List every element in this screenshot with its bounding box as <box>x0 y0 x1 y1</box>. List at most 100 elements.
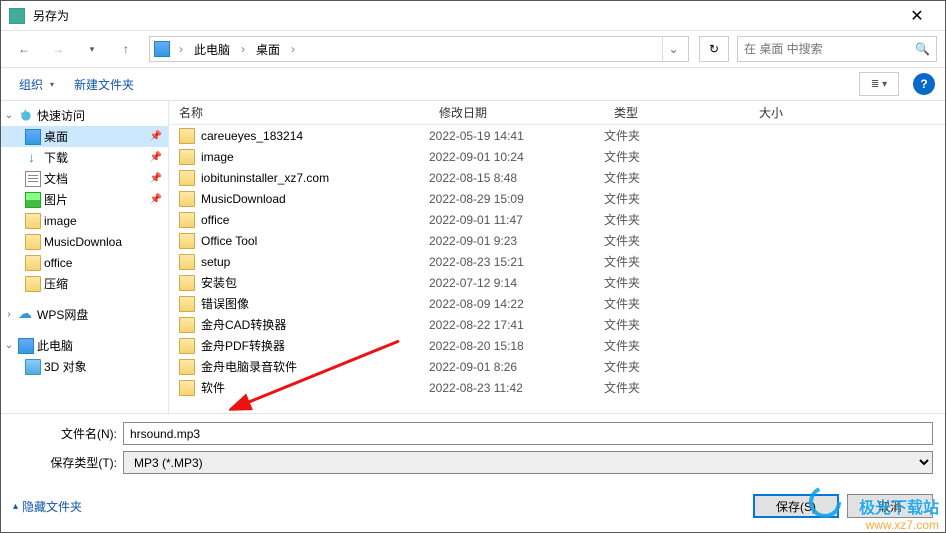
main-area: ⌄快速访问 桌面 📌 下载📌 文档📌 图片📌 image MusicDownloa… <box>1 101 945 413</box>
sidebar-item-musicdownload[interactable]: MusicDownloa <box>1 231 168 252</box>
file-rows[interactable]: careueyes_1832142022-05-19 14:41文件夹image… <box>169 125 945 411</box>
download-icon <box>25 150 41 166</box>
file-type: 文件夹 <box>604 316 749 333</box>
file-row[interactable]: 错误图像2022-08-09 14:22文件夹 <box>169 293 945 314</box>
file-type: 文件夹 <box>604 169 749 186</box>
view-options-button[interactable]: ≣ ▾ <box>859 72 899 96</box>
breadcrumb-thispc[interactable]: 此电脑 <box>192 39 232 60</box>
sidebar-item-documents[interactable]: 文档📌 <box>1 168 168 189</box>
column-name[interactable]: 名称 <box>169 104 429 121</box>
chevron-up-icon: ▴ <box>13 501 18 512</box>
file-date: 2022-09-01 9:23 <box>429 234 604 248</box>
folder-icon <box>179 212 195 228</box>
sidebar-item-label: 桌面 <box>44 128 68 145</box>
folder-icon <box>179 170 195 186</box>
file-name: 金舟电脑录音软件 <box>201 358 429 375</box>
breadcrumb-desktop[interactable]: 桌面 <box>254 39 282 60</box>
help-button[interactable]: ? <box>913 73 935 95</box>
file-name: office <box>201 213 429 227</box>
sidebar[interactable]: ⌄快速访问 桌面 📌 下载📌 文档📌 图片📌 image MusicDownloa… <box>1 101 169 413</box>
pin-icon: 📌 <box>150 131 162 142</box>
file-type: 文件夹 <box>604 232 749 249</box>
file-row[interactable]: MusicDownload2022-08-29 15:09文件夹 <box>169 188 945 209</box>
sidebar-item-office[interactable]: office <box>1 252 168 273</box>
column-date[interactable]: 修改日期 <box>429 104 604 121</box>
search-input[interactable] <box>744 42 915 56</box>
folder-icon <box>25 255 41 271</box>
back-button[interactable]: ← <box>9 35 39 63</box>
navbar: ← → ▾ ↑ › 此电脑 › 桌面 › ⌄ ↻ 🔍 <box>1 31 945 67</box>
address-bar[interactable]: › 此电脑 › 桌面 › ⌄ <box>149 36 689 62</box>
window-title: 另存为 <box>33 7 897 24</box>
file-row[interactable]: 金舟CAD转换器2022-08-22 17:41文件夹 <box>169 314 945 335</box>
file-name: 金舟CAD转换器 <box>201 316 429 333</box>
file-name: 错误图像 <box>201 295 429 312</box>
file-name: Office Tool <box>201 234 429 248</box>
search-box[interactable]: 🔍 <box>737 36 937 62</box>
file-row[interactable]: 金舟PDF转换器2022-08-20 15:18文件夹 <box>169 335 945 356</box>
cloud-icon <box>18 307 34 323</box>
forward-button[interactable]: → <box>43 35 73 63</box>
file-name: 软件 <box>201 379 429 396</box>
search-icon: 🔍 <box>915 42 930 56</box>
file-date: 2022-08-09 14:22 <box>429 297 604 311</box>
hide-folders-button[interactable]: ▴隐藏文件夹 <box>13 498 82 515</box>
column-type[interactable]: 类型 <box>604 104 749 121</box>
sidebar-item-compress[interactable]: 压缩 <box>1 273 168 294</box>
file-row[interactable]: setup2022-08-23 15:21文件夹 <box>169 251 945 272</box>
folder-icon <box>25 213 41 229</box>
file-row[interactable]: Office Tool2022-09-01 9:23文件夹 <box>169 230 945 251</box>
picture-icon <box>25 192 41 208</box>
file-row[interactable]: 金舟电脑录音软件2022-09-01 8:26文件夹 <box>169 356 945 377</box>
organize-menu[interactable]: 组织 <box>11 72 62 97</box>
up-button[interactable]: ↑ <box>111 35 141 63</box>
recent-dropdown[interactable]: ▾ <box>77 35 107 63</box>
file-row[interactable]: office2022-09-01 11:47文件夹 <box>169 209 945 230</box>
filename-input[interactable] <box>123 422 933 445</box>
folder-icon <box>25 276 41 292</box>
column-size[interactable]: 大小 <box>749 104 945 121</box>
sidebar-item-downloads[interactable]: 下载📌 <box>1 147 168 168</box>
folder-icon <box>179 275 195 291</box>
new-folder-button[interactable]: 新建文件夹 <box>66 72 142 97</box>
folder-icon <box>179 191 195 207</box>
sidebar-item-3dobjects[interactable]: 3D 对象 <box>1 356 168 377</box>
desktop-icon <box>25 129 41 145</box>
sidebar-item-label: office <box>44 256 72 270</box>
file-type: 文件夹 <box>604 274 749 291</box>
filetype-select[interactable]: MP3 (*.MP3) <box>123 451 933 474</box>
save-button[interactable]: 保存(S) <box>753 494 839 518</box>
file-name: 安装包 <box>201 274 429 291</box>
file-date: 2022-07-12 9:14 <box>429 276 604 290</box>
refresh-button[interactable]: ↻ <box>699 36 729 62</box>
sidebar-item-desktop[interactable]: 桌面 📌 <box>1 126 168 147</box>
folder-icon <box>179 149 195 165</box>
toolbar: 组织 新建文件夹 ≣ ▾ ? <box>1 67 945 101</box>
file-name: iobituninstaller_xz7.com <box>201 171 429 185</box>
file-row[interactable]: 软件2022-08-23 11:42文件夹 <box>169 377 945 398</box>
file-row[interactable]: 安装包2022-07-12 9:14文件夹 <box>169 272 945 293</box>
file-name: MusicDownload <box>201 192 429 206</box>
sidebar-item-label: 3D 对象 <box>44 358 87 375</box>
sidebar-item-quick-access[interactable]: ⌄快速访问 <box>1 105 168 126</box>
filename-label: 文件名(N): <box>13 425 123 442</box>
column-headers: 名称 修改日期 类型 大小 <box>169 101 945 125</box>
cancel-button[interactable]: 取消 <box>847 494 933 518</box>
address-dropdown[interactable]: ⌄ <box>662 37 684 61</box>
file-name: careueyes_183214 <box>201 129 429 143</box>
close-button[interactable]: ✕ <box>897 2 937 30</box>
folder-icon <box>179 338 195 354</box>
file-row[interactable]: iobituninstaller_xz7.com2022-08-15 8:48文… <box>169 167 945 188</box>
sidebar-item-wps[interactable]: ›WPS网盘 <box>1 304 168 325</box>
file-type: 文件夹 <box>604 379 749 396</box>
sidebar-item-label: 此电脑 <box>37 337 73 354</box>
app-icon <box>9 8 25 24</box>
file-row[interactable]: image2022-09-01 10:24文件夹 <box>169 146 945 167</box>
sidebar-item-image[interactable]: image <box>1 210 168 231</box>
file-date: 2022-08-20 15:18 <box>429 339 604 353</box>
file-row[interactable]: careueyes_1832142022-05-19 14:41文件夹 <box>169 125 945 146</box>
titlebar: 另存为 ✕ <box>1 1 945 31</box>
sidebar-item-pictures[interactable]: 图片📌 <box>1 189 168 210</box>
folder-icon <box>179 317 195 333</box>
sidebar-item-thispc[interactable]: ⌄此电脑 <box>1 335 168 356</box>
